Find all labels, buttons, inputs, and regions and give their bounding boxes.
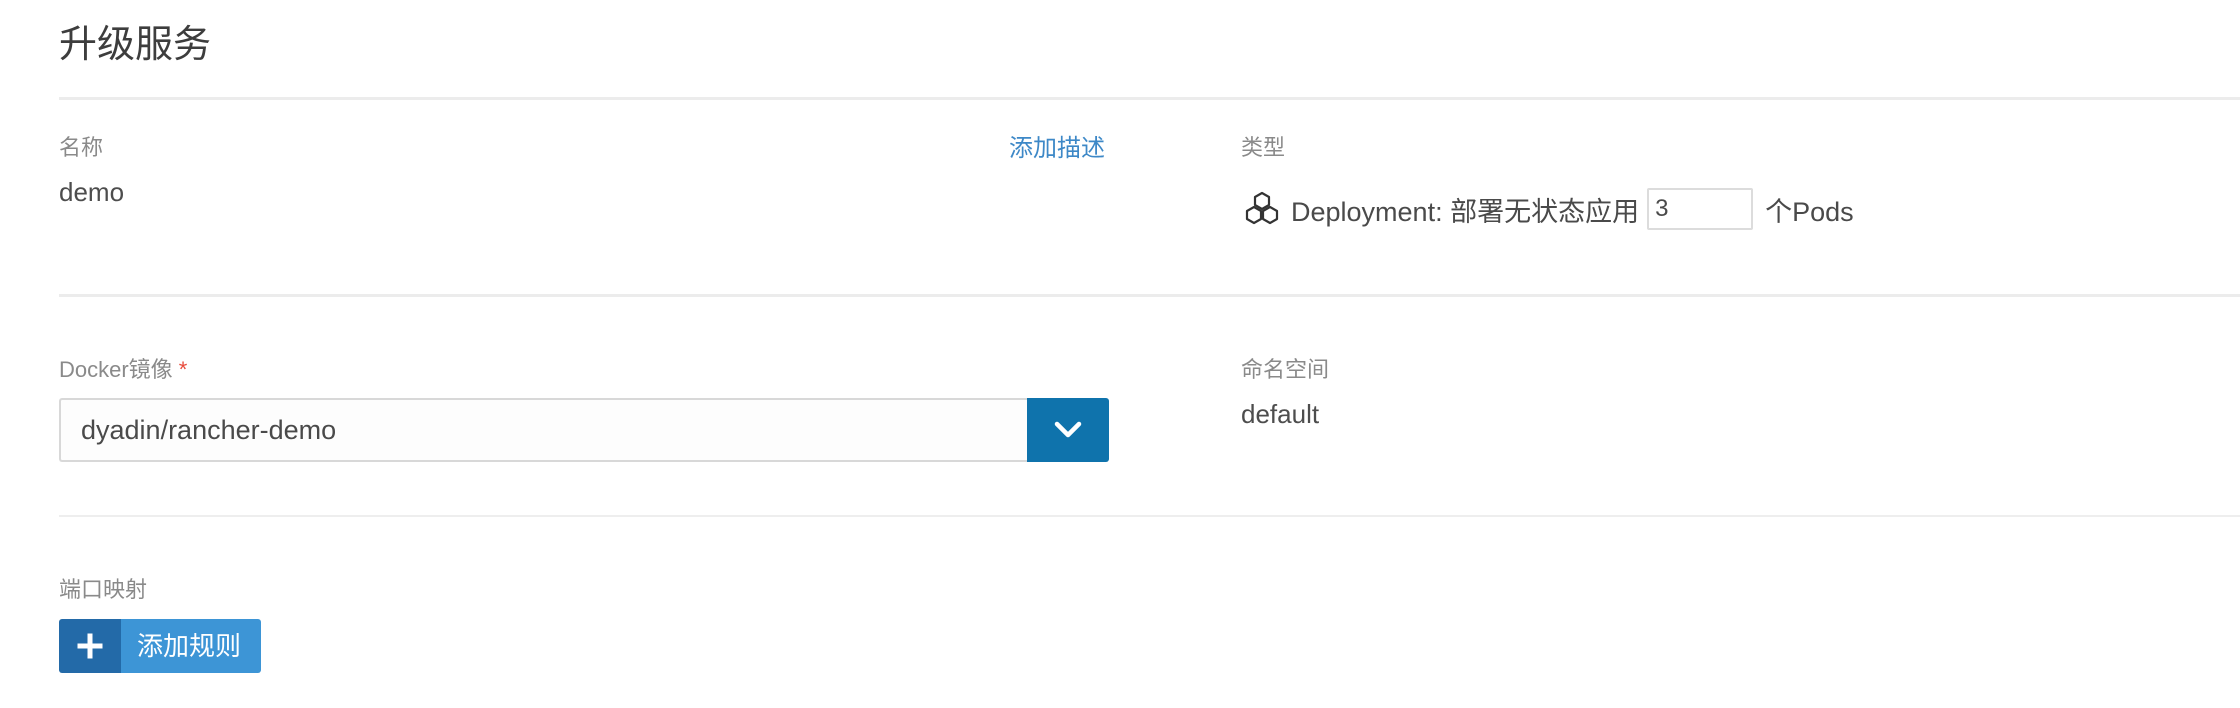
deployment-type-text: Deployment: 部署无状态应用 — [1291, 196, 1640, 227]
workload-type-row: Deployment: 部署无状态应用 个Pods — [1243, 186, 1854, 232]
required-mark: * — [178, 357, 188, 382]
add-description-link[interactable]: 添加描述 — [1009, 133, 1105, 165]
name-label: 名称 — [59, 135, 104, 160]
deployment-icon — [1243, 190, 1281, 228]
add-rule-button[interactable]: 添加规则 — [59, 619, 262, 673]
plus-icon — [59, 619, 121, 673]
divider — [59, 515, 2240, 517]
name-value: demo — [59, 177, 125, 207]
namespace-label: 命名空间 — [1241, 357, 1330, 382]
docker-image-label: Docker镜像 * — [59, 355, 187, 385]
docker-image-input[interactable] — [59, 398, 1027, 462]
upgrade-service-page: 升级服务 名称 demo 添加描述 类型 Deployment: 部署无状态应用… — [0, 0, 2240, 708]
add-rule-label: 添加规则 — [121, 619, 262, 673]
pods-suffix: 个Pods — [1765, 196, 1854, 227]
pods-count-input[interactable] — [1647, 188, 1754, 230]
chevron-down-icon — [1054, 421, 1082, 438]
namespace-value: default — [1241, 399, 1320, 429]
page-title: 升级服务 — [59, 24, 212, 66]
port-mapping-label: 端口映射 — [59, 577, 148, 602]
divider — [59, 294, 2240, 297]
image-dropdown-button[interactable] — [1027, 398, 1109, 462]
type-label: 类型 — [1241, 135, 1286, 160]
divider — [59, 97, 2240, 100]
docker-image-field — [59, 398, 1109, 462]
docker-image-label-text: Docker镜像 — [59, 357, 173, 382]
